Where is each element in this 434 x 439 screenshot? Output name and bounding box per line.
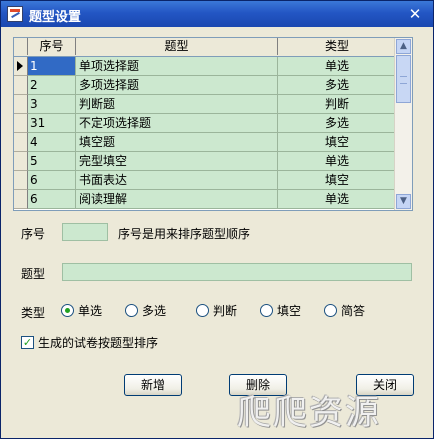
cell-type[interactable]: 判断 xyxy=(278,95,396,114)
cell-seq[interactable]: 31 xyxy=(28,114,76,133)
cell-type[interactable]: 多选 xyxy=(278,76,396,95)
header-indicator-cell xyxy=(14,38,28,55)
cell-seq[interactable]: 2 xyxy=(28,76,76,95)
row-indicator-cell[interactable] xyxy=(14,190,28,209)
type-label: 类型 xyxy=(21,306,46,320)
title-bar[interactable]: 题型设置 ✕ xyxy=(1,1,433,27)
cell-name[interactable]: 判断题 xyxy=(76,95,278,114)
table-row[interactable]: 4 填空题 填空 xyxy=(14,133,396,152)
radio-dot xyxy=(324,304,337,317)
row-indicator-cell[interactable] xyxy=(14,57,28,76)
scroll-thumb[interactable] xyxy=(396,55,411,103)
table-row[interactable]: 5 完型填空 单选 xyxy=(14,152,396,171)
header-type[interactable]: 类型 xyxy=(278,38,396,55)
dialog-window: 题型设置 ✕ 序号 题型 类型 1 单项选择题 单选 2 多项选择题 多选 3 判断题 判断 31… xyxy=(0,0,434,439)
cell-type[interactable]: 单选 xyxy=(278,57,396,76)
window-title: 题型设置 xyxy=(29,10,82,25)
radio-dot xyxy=(260,304,273,317)
cell-type[interactable]: 多选 xyxy=(278,114,396,133)
name-input[interactable] xyxy=(62,263,412,281)
cell-name[interactable]: 阅读理解 xyxy=(76,190,278,209)
table-row[interactable]: 1 单项选择题 单选 xyxy=(14,57,396,76)
watermark-text: 爬爬资源 xyxy=(237,393,381,433)
seq-hint: 序号是用来排序题型顺序 xyxy=(118,227,251,241)
cell-type[interactable]: 单选 xyxy=(278,152,396,171)
close-window-button[interactable]: ✕ xyxy=(405,4,425,24)
cell-type[interactable]: 单选 xyxy=(278,190,396,209)
scroll-down-icon[interactable]: ▼ xyxy=(396,194,411,209)
cell-seq[interactable]: 6 xyxy=(28,190,76,209)
cell-seq[interactable]: 6 xyxy=(28,171,76,190)
cell-name[interactable]: 填空题 xyxy=(76,133,278,152)
row-indicator-cell[interactable] xyxy=(14,76,28,95)
row-indicator-cell[interactable] xyxy=(14,114,28,133)
add-button[interactable]: 新增 xyxy=(124,374,182,396)
cell-name[interactable]: 单项选择题 xyxy=(76,57,278,76)
grid-scrollbar[interactable]: ▲ ▼ xyxy=(394,38,412,210)
cell-seq[interactable]: 1 xyxy=(28,57,76,76)
header-seq[interactable]: 序号 xyxy=(28,38,76,55)
seq-input[interactable] xyxy=(62,223,108,241)
current-row-arrow-icon xyxy=(17,61,23,71)
cell-name[interactable]: 书面表达 xyxy=(76,171,278,190)
radio-dot xyxy=(61,304,74,317)
table-row[interactable]: 3 判断题 判断 xyxy=(14,95,396,114)
cell-name[interactable]: 不定项选择题 xyxy=(76,114,278,133)
cell-name[interactable]: 完型填空 xyxy=(76,152,278,171)
radio-label: 填空 xyxy=(277,304,302,318)
table-row[interactable]: 6 书面表达 填空 xyxy=(14,171,396,190)
table-row[interactable]: 6 阅读理解 单选 xyxy=(14,190,396,209)
row-indicator-cell[interactable] xyxy=(14,171,28,190)
header-name[interactable]: 题型 xyxy=(76,38,278,55)
app-icon xyxy=(7,6,23,22)
cell-name[interactable]: 多项选择题 xyxy=(76,76,278,95)
sort-by-type-label: 生成的试卷按题型排序 xyxy=(38,336,159,350)
radio-label: 判断 xyxy=(213,304,238,318)
grid-header: 序号 题型 类型 xyxy=(14,38,396,57)
seq-label: 序号 xyxy=(21,227,46,241)
row-indicator-cell[interactable] xyxy=(14,133,28,152)
cell-seq[interactable]: 3 xyxy=(28,95,76,114)
cell-type[interactable]: 填空 xyxy=(278,171,396,190)
table-row[interactable]: 2 多项选择题 多选 xyxy=(14,76,396,95)
row-indicator-cell[interactable] xyxy=(14,95,28,114)
scroll-up-icon[interactable]: ▲ xyxy=(396,39,411,54)
radio-dot xyxy=(196,304,209,317)
cell-seq[interactable]: 4 xyxy=(28,133,76,152)
name-label: 题型 xyxy=(21,267,46,281)
cell-type[interactable]: 填空 xyxy=(278,133,396,152)
question-type-grid[interactable]: 序号 题型 类型 1 单项选择题 单选 2 多项选择题 多选 3 判断题 判断 31 不定项选择题多… xyxy=(13,37,413,211)
checkbox-box: ✓ xyxy=(21,336,34,349)
row-indicator-cell[interactable] xyxy=(14,152,28,171)
grid-body: 1 单项选择题 单选 2 多项选择题 多选 3 判断题 判断 31 不定项选择题 多选 4 填空题 填空 5 完… xyxy=(14,57,396,210)
table-row[interactable]: 31 不定项选择题 多选 xyxy=(14,114,396,133)
radio-label: 多选 xyxy=(142,304,167,318)
radio-label: 单选 xyxy=(78,304,103,318)
cell-seq[interactable]: 5 xyxy=(28,152,76,171)
radio-dot xyxy=(125,304,138,317)
radio-label: 简答 xyxy=(341,304,366,318)
